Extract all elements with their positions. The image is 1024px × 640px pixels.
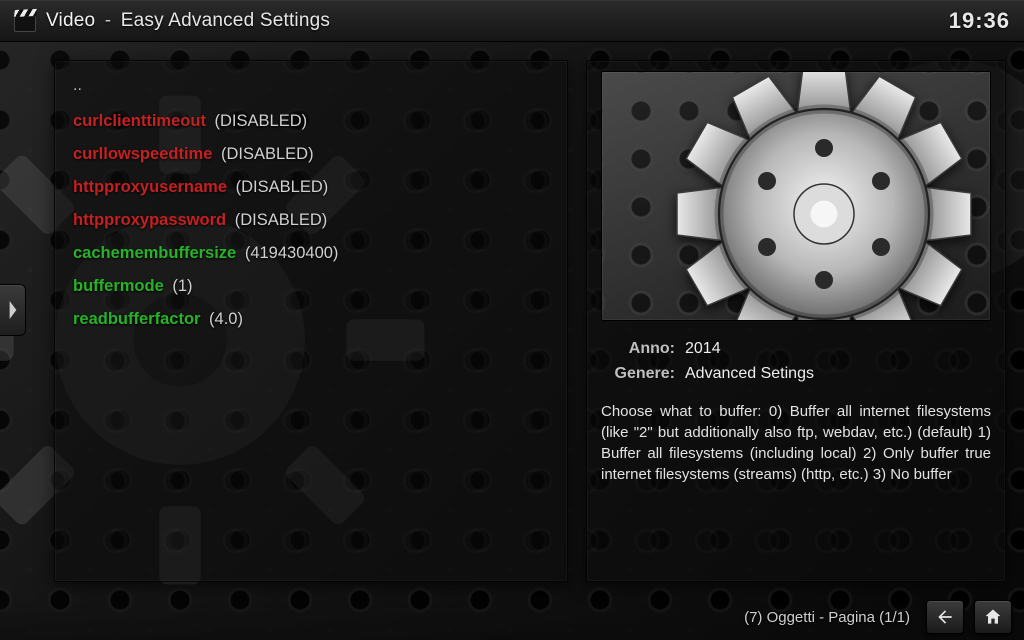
- meta-year-label: Anno:: [601, 337, 675, 362]
- setting-key: httpproxypassword: [73, 211, 226, 229]
- setting-item-readbufferfactor[interactable]: readbufferfactor (4.0): [73, 303, 549, 336]
- footer-bar: (7) Oggetti - Pagina (1/1): [0, 594, 1024, 640]
- video-clapper-icon: [14, 10, 36, 32]
- clock: 19:36: [949, 8, 1010, 34]
- setting-key: readbufferfactor: [73, 310, 200, 328]
- home-button[interactable]: [974, 600, 1012, 634]
- arrow-left-icon: [935, 607, 955, 627]
- setting-item-curlclienttimeout[interactable]: curlclienttimeout (DISABLED): [73, 105, 549, 138]
- settings-list-panel: .. curlclienttimeout (DISABLED)curllowsp…: [54, 60, 568, 582]
- meta-genre-label: Genere:: [601, 362, 675, 387]
- header-section: Video: [46, 10, 95, 31]
- details-description: Choose what to buffer: 0) Buffer all int…: [601, 401, 991, 485]
- setting-item-curllowspeedtime[interactable]: curllowspeedtime (DISABLED): [73, 138, 549, 171]
- setting-item-httpproxyusername[interactable]: httpproxyusername (DISABLED): [73, 171, 549, 204]
- setting-item-httpproxypassword[interactable]: httpproxypassword (DISABLED): [73, 204, 549, 237]
- gear-icon: [674, 71, 974, 321]
- details-panel: Anno: 2014 Genere: Advanced Setings Choo…: [586, 60, 1006, 582]
- chevron-right-icon: [7, 301, 19, 319]
- setting-value: (419430400): [240, 244, 338, 262]
- setting-item-buffermode[interactable]: buffermode (1): [73, 270, 549, 303]
- setting-value: (DISABLED): [210, 112, 307, 130]
- setting-key: curllowspeedtime: [73, 145, 212, 163]
- side-panel-toggle[interactable]: [0, 284, 26, 336]
- setting-item-cachemembuffersize[interactable]: cachemembuffersize (419430400): [73, 237, 549, 270]
- details-thumbnail: [601, 71, 991, 321]
- setting-key: curlclienttimeout: [73, 112, 206, 130]
- setting-key: buffermode: [73, 277, 164, 295]
- setting-key: cachemembuffersize: [73, 244, 236, 262]
- details-meta: Anno: 2014 Genere: Advanced Setings: [601, 337, 991, 387]
- meta-genre-value: Advanced Setings: [685, 362, 814, 387]
- footer-status: (7) Oggetti - Pagina (1/1): [744, 609, 910, 626]
- setting-value: (4.0): [204, 310, 243, 328]
- home-icon: [983, 607, 1003, 627]
- setting-value: (DISABLED): [231, 178, 328, 196]
- header-subtitle: Easy Advanced Settings: [121, 10, 330, 31]
- setting-value: (DISABLED): [230, 211, 327, 229]
- header-title: Video - Easy Advanced Settings: [46, 10, 330, 32]
- meta-year-value: 2014: [685, 337, 721, 362]
- setting-value: (1): [168, 277, 193, 295]
- setting-key: httpproxyusername: [73, 178, 227, 196]
- header-bar: Video - Easy Advanced Settings 19:36: [0, 0, 1024, 42]
- parent-directory-item[interactable]: ..: [73, 77, 549, 95]
- settings-list: curlclienttimeout (DISABLED)curllowspeed…: [73, 105, 549, 336]
- setting-value: (DISABLED): [216, 145, 313, 163]
- back-button[interactable]: [926, 600, 964, 634]
